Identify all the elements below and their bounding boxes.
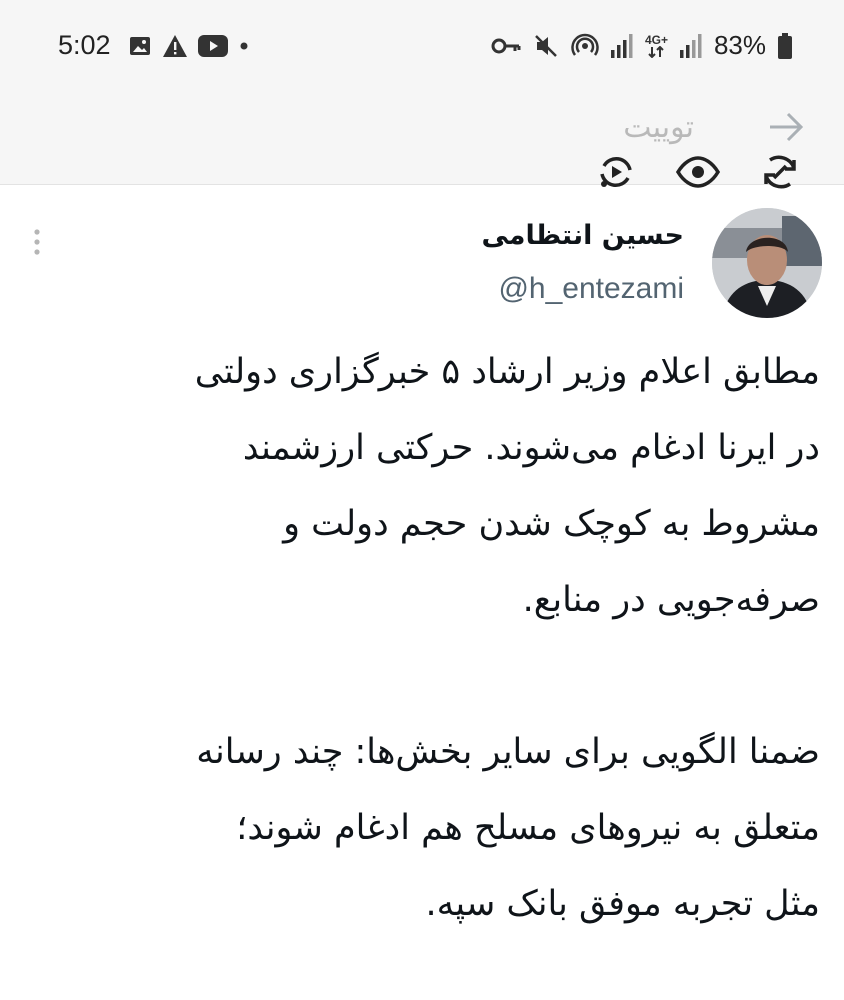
mute-icon [533, 33, 559, 59]
dot-icon [238, 40, 250, 52]
tweet-line: صرفه‌جویی در منابع. [522, 580, 820, 620]
back-arrow-icon[interactable] [768, 110, 804, 144]
tweet-line: ضمنا الگویی برای سایر بخش‌ها: چند رسانه [196, 732, 820, 772]
tweet-line: متعلق به نیروهای مسلح هم ادغام شوند؛ [236, 808, 820, 848]
more-options-icon[interactable] [32, 228, 42, 258]
image-icon [128, 34, 152, 58]
signal-icon [610, 33, 633, 58]
avatar[interactable] [712, 208, 822, 318]
tweet-line: مشروط به کوچک شدن حجم دولت و [283, 504, 820, 544]
tweet-line: در ایرنا ادغام می‌شوند. حرکتی ارزشمند [242, 428, 820, 468]
status-right-icons: 4G+ 83% [491, 30, 792, 61]
youtube-icon [198, 35, 228, 57]
signal-icon [679, 33, 702, 58]
network-4g-icon: 4G+ [645, 34, 668, 58]
status-bar: 5:02 4G+ 83% [0, 0, 844, 92]
page-title: توییت [623, 110, 694, 145]
author-handle[interactable]: @h_entezami [498, 272, 684, 306]
tweet-header: توییت [0, 92, 844, 189]
hotspot-icon [571, 32, 599, 60]
warning-icon [162, 34, 188, 58]
author-name[interactable]: حسین انتظامی [481, 220, 684, 251]
key-icon [491, 36, 521, 56]
battery-text: 83% [713, 30, 766, 60]
network-label: 4G+ [644, 32, 668, 47]
status-left-icons [128, 34, 250, 58]
status-time: 5:02 [58, 30, 111, 60]
battery-icon [778, 32, 792, 59]
tweet-text: مطابق اعلام وزیر ارشاد ۵ خبرگزاری دولتی … [30, 334, 820, 942]
tweet-line: مطابق اعلام وزیر ارشاد ۵ خبرگزاری دولتی [194, 352, 820, 392]
tweet-line: مثل تجربه موفق بانک سپه. [425, 884, 820, 924]
tweet: حسین انتظامی @h_entezami مطابق اعلام وزی… [0, 184, 844, 1000]
